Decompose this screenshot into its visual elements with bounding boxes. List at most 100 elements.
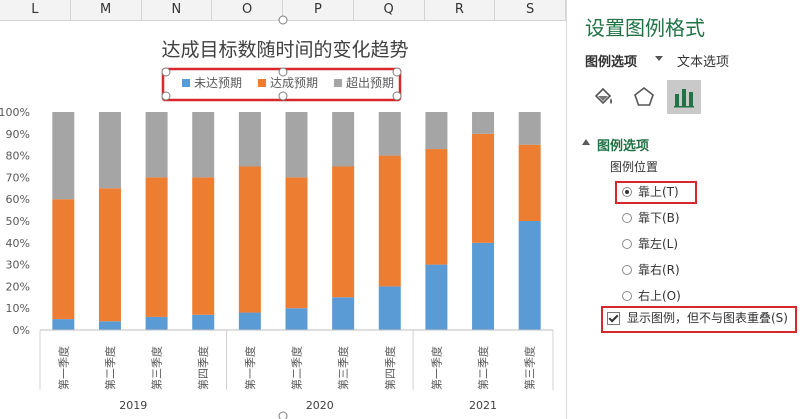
chevron-down-icon[interactable] [655,56,663,61]
bar-segment[interactable] [378,286,401,330]
bar-segment[interactable] [425,112,448,150]
bar-segment[interactable] [52,319,75,330]
y-tick-label: 60% [6,193,30,206]
resize-handle[interactable] [278,67,288,77]
y-tick-label: 20% [6,280,30,293]
radio-circle[interactable] [622,265,632,275]
radio-circle[interactable] [622,213,632,223]
resize-handle[interactable] [392,91,402,101]
bar-segment[interactable] [192,314,215,330]
bar-segment[interactable] [145,316,168,330]
legend-entry: 达成预期 [270,76,318,90]
category-label: 第四季度 [196,346,210,390]
group-label: 2019 [119,399,147,412]
highlight-box-top-option [615,181,697,204]
bar-segment[interactable] [518,144,541,221]
spreadsheet-area: LMNOPQRS 达成目标数随时间的变化趋势 0% 10% 20% 30% 40% 50% 6… [0,0,566,419]
radio-label: 靠左(L) [638,237,679,251]
bar-segment[interactable] [332,166,355,298]
group-label: 2021 [469,399,497,412]
collapse-triangle-icon[interactable] [582,139,590,145]
y-tick-label: 40% [6,237,30,250]
bar-segment[interactable] [98,112,121,189]
legend-entry: 超出预期 [346,75,394,90]
bar-segment[interactable] [238,166,261,313]
category-label: 第三季度 [336,346,350,390]
bar-segment[interactable] [425,149,448,265]
radio-bottom[interactable]: 靠下(B) [622,210,712,228]
fill-line-icon[interactable] [587,80,621,114]
panel-title: 设置图例格式 [585,16,705,40]
resize-handle[interactable] [161,91,171,101]
resize-handle[interactable] [392,67,402,77]
category-label: 第三季度 [523,346,537,390]
bar-segment[interactable] [472,242,495,330]
legend-position-label: 图例位置 [610,160,659,174]
bar-segment[interactable] [285,308,308,330]
bar-segment[interactable] [472,112,495,134]
y-tick-label: 70% [6,171,30,184]
radio-label: 靠右(R) [638,263,680,277]
bar-segment[interactable] [518,112,541,145]
format-legend-panel: 设置图例格式 图例选项 文本选项 图例选项 图例位置 靠上(T) 靠下(B) 靠… [566,0,800,419]
bar-segment[interactable] [378,155,401,287]
y-tick-label: 0% [13,324,30,337]
radio-left[interactable]: 靠左(L) [622,236,712,254]
bar-segment[interactable] [332,297,355,330]
category-label: 第一季度 [429,346,443,390]
bar-segment[interactable] [425,264,448,330]
bar-segment[interactable] [52,199,75,320]
y-tick-label: 100% [0,106,30,119]
bar-segment[interactable] [98,321,121,330]
category-label: 第四季度 [383,346,397,390]
radio-circle[interactable] [622,291,632,301]
legend-entry: 未达预期 [194,76,242,90]
radio-label: 靠下(B) [638,211,680,225]
y-tick-label: 50% [6,215,30,228]
bar-segment[interactable] [145,112,168,178]
bar-segment[interactable] [52,112,75,200]
bar-segment[interactable] [192,177,215,315]
y-tick-label: 30% [6,259,30,272]
bar-segment[interactable] [238,312,261,330]
radio-circle[interactable] [622,239,632,249]
bar-segment[interactable] [378,112,401,156]
resize-handle[interactable] [278,15,288,25]
bar-segment[interactable] [238,112,261,167]
chart[interactable]: 达成目标数随时间的变化趋势 0% 10% 20% 30% 40% 50% 60% 70% 80% 9… [0,0,566,419]
group-label: 2020 [306,399,334,412]
category-label: 第三季度 [150,346,164,390]
radio-right[interactable]: 靠右(R) [622,262,712,280]
y-tick-label: 10% [6,302,30,315]
category-label: 第二季度 [290,346,304,390]
legend-swatch [334,79,342,87]
bar-segment[interactable] [518,221,541,330]
radio-top-right[interactable]: 右上(O) [622,288,712,306]
category-label: 第二季度 [476,346,490,390]
effects-icon[interactable] [627,80,661,114]
resize-handle[interactable] [161,67,171,77]
category-label: 第一季度 [243,346,257,390]
radio-label: 右上(O) [638,289,681,303]
bar-segment[interactable] [285,177,308,309]
bar-segment[interactable] [285,112,308,178]
highlight-box-overlap-option [601,306,797,333]
section-legend-options[interactable]: 图例选项 [597,135,649,154]
legend-swatch [182,79,190,87]
y-tick-label: 90% [6,128,30,141]
category-label: 第二季度 [103,346,117,390]
bar-segment[interactable] [145,177,168,317]
y-tick-label: 80% [6,150,30,163]
series-options-icon[interactable] [667,80,701,114]
legend-swatch [258,79,266,87]
bar-segment[interactable] [98,188,121,322]
resize-handle[interactable] [278,411,288,419]
tab-legend-options[interactable]: 图例选项 [585,51,637,70]
tab-text-options[interactable]: 文本选项 [677,51,729,70]
resize-handle[interactable] [278,91,288,101]
bar-segment[interactable] [332,112,355,167]
bar-segment[interactable] [192,112,215,178]
category-label: 第一季度 [56,346,70,390]
bar-segment[interactable] [472,133,495,243]
chart-title: 达成目标数随时间的变化趋势 [161,39,408,61]
